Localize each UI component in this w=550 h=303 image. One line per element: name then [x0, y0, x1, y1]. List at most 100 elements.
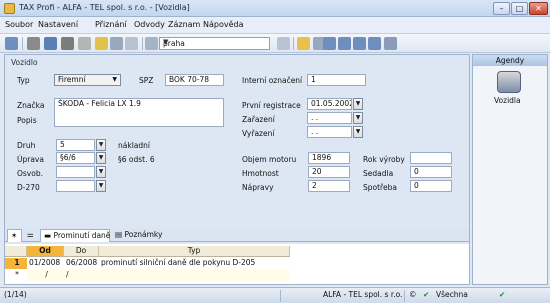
table-cell-typ[interactable] — [99, 270, 290, 281]
table-cell-do[interactable]: / — [64, 270, 99, 281]
typ-select[interactable]: Firemní ▼ — [54, 74, 121, 86]
zarazeni-field[interactable]: . . — [307, 112, 352, 124]
grid-column-do[interactable]: Do — [64, 246, 99, 257]
menu-zaznam[interactable]: Záznam — [168, 20, 200, 29]
sidebar-item-vozidla[interactable]: Vozidla — [494, 96, 521, 105]
table-cell-od[interactable]: 01/2008 — [27, 258, 64, 269]
napravy-field[interactable]: 2 — [308, 180, 350, 192]
druh-text: nákladní — [118, 141, 150, 150]
sedadla-label: Sedadla — [363, 169, 394, 178]
objem-field[interactable]: 1896 — [308, 152, 350, 164]
druh-label: Druh — [17, 141, 36, 150]
filter-label[interactable]: Všechna — [436, 290, 468, 299]
znacka-label: Značka — [17, 101, 45, 110]
rok-vyroby-field[interactable] — [410, 152, 452, 164]
interni-field[interactable]: 1 — [307, 74, 366, 86]
folder-icon[interactable] — [297, 37, 310, 50]
delete-icon[interactable] — [78, 37, 91, 50]
print-icon[interactable] — [61, 37, 74, 50]
spz-label: SPZ — [139, 76, 154, 85]
menu-odvody[interactable]: Odvody — [134, 20, 165, 29]
maximize-button[interactable]: □ — [511, 2, 528, 15]
close-button[interactable]: ✕ — [529, 2, 548, 15]
tab-poznamky[interactable]: ▤ Poznámky — [112, 229, 166, 242]
osvob-field[interactable] — [56, 166, 95, 178]
spotreba-field[interactable]: 0 — [410, 180, 452, 192]
new-row-marker: * — [15, 270, 19, 279]
status-separator — [404, 290, 405, 302]
chevron-down-icon[interactable]: ▼ — [163, 38, 267, 46]
interni-label: Interní označení — [242, 76, 303, 85]
menu-bar: Soubor Nastavení Přiznání Odvody Záznam … — [0, 17, 550, 34]
prvni-registrace-label: První registrace — [242, 101, 301, 110]
filter-icon[interactable] — [277, 37, 290, 50]
uprava-dropdown-button[interactable]: ▼ — [96, 152, 106, 164]
grid-column-od[interactable]: Od — [27, 246, 64, 257]
company-combo[interactable]: praha ▼ — [159, 37, 270, 50]
vyrazeni-field[interactable]: . . — [307, 126, 352, 138]
prvni-registrace-field[interactable]: 01.05.2002 — [307, 98, 352, 110]
rok-vyroby-label: Rok výroby — [363, 155, 405, 164]
vehicle-icon[interactable] — [497, 71, 521, 93]
menu-nastaveni[interactable]: Nastavení — [38, 20, 78, 29]
zarazeni-label: Zařazení — [242, 115, 275, 124]
spz-field[interactable]: BOK 70-78 — [165, 74, 224, 86]
d270-label: D-270 — [17, 183, 40, 192]
grid-row-header — [5, 246, 27, 257]
calendar-dropdown-button[interactable]: ▼ — [353, 112, 363, 124]
cancel-icon[interactable] — [125, 37, 138, 50]
minimize-button[interactable]: – — [493, 2, 510, 15]
filter-icon[interactable]: ⚌ — [24, 229, 38, 242]
hmotnost-field[interactable]: 20 — [308, 166, 350, 178]
copy-icon[interactable] — [145, 37, 158, 50]
typ-label: Typ — [17, 76, 30, 85]
table-cell-od[interactable]: / — [27, 270, 64, 281]
grid-column-typ[interactable]: Typ — [99, 246, 290, 257]
copyright-icon: © — [409, 290, 417, 299]
cascade-icon[interactable] — [368, 37, 381, 50]
company-name: ALFA - TEL spol. s r.o. — [323, 290, 403, 299]
popis-label: Popis — [17, 116, 37, 125]
sedadla-field[interactable]: 0 — [410, 166, 452, 178]
table-cell-typ[interactable]: prominutí silniční daně dle pokynu D-205 — [99, 258, 290, 269]
settings-icon[interactable] — [27, 37, 40, 50]
calendar-dropdown-button[interactable]: ▼ — [353, 126, 363, 138]
tools-icon[interactable] — [384, 37, 397, 50]
sidebar-header: Agendy — [473, 55, 547, 66]
hmotnost-label: Hmotnost — [242, 169, 279, 178]
toolbar-separator — [142, 37, 143, 50]
toolbar: praha ▼ — [0, 34, 550, 53]
record-count: (1/14) — [4, 290, 27, 299]
new-record-icon[interactable]: ✶ — [7, 229, 22, 242]
edit-icon[interactable] — [95, 37, 108, 50]
navigate-icon[interactable] — [5, 37, 18, 50]
tile-icon[interactable] — [353, 37, 366, 50]
druh-field[interactable]: 5 — [56, 139, 95, 151]
osvob-dropdown-button[interactable]: ▼ — [96, 166, 106, 178]
window-title: TAX Profi - ALFA - TEL spol. s r.o. - [V… — [19, 3, 190, 12]
druh-dropdown-button[interactable]: ▼ — [96, 139, 106, 151]
vyrazeni-label: Vyřazení — [242, 129, 275, 138]
znacka-field[interactable]: ŠKODA - Felicia LX 1.9 — [54, 98, 224, 127]
calendar-dropdown-button[interactable]: ▼ — [353, 98, 363, 110]
table-cell-do[interactable]: 06/2008 — [64, 258, 99, 269]
menu-priznani[interactable]: Přiznání — [95, 20, 127, 29]
uprava-text: §6 odst. 6 — [118, 155, 155, 164]
napravy-label: Nápravy — [242, 183, 274, 192]
print-preview-icon[interactable] — [44, 37, 57, 50]
d270-field[interactable] — [56, 180, 95, 192]
title-bar: TAX Profi - ALFA - TEL spol. s r.o. - [V… — [0, 0, 550, 17]
uprava-field[interactable]: §6/6 — [56, 152, 95, 164]
status-separator — [280, 290, 281, 302]
tab-prominuti-dane[interactable]: ▬ Prominutí daně — [40, 229, 110, 242]
toolbar-separator — [22, 37, 23, 50]
save-icon[interactable] — [110, 37, 123, 50]
uprava-label: Úprava — [17, 155, 44, 164]
menu-soubor[interactable]: Soubor — [5, 20, 33, 29]
menu-napoveda[interactable]: Nápověda — [203, 20, 244, 29]
section-title: Vozidlo — [11, 58, 38, 67]
check-icon: ✔ — [423, 290, 430, 299]
d270-dropdown-button[interactable]: ▼ — [96, 180, 106, 192]
window-icon[interactable] — [338, 37, 351, 50]
layout-icon[interactable] — [323, 37, 336, 50]
